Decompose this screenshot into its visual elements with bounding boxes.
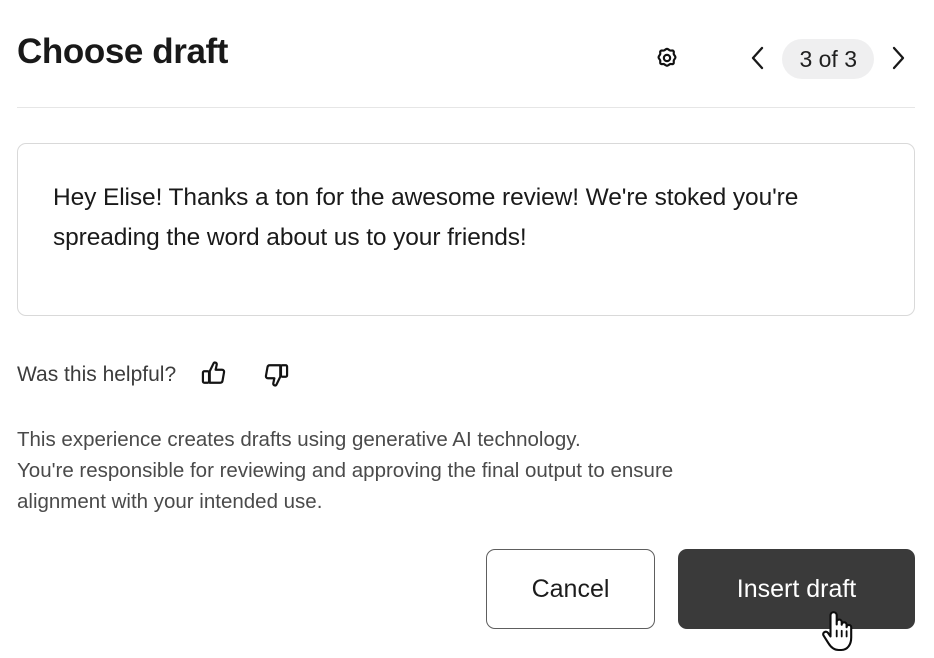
disclaimer-line-3: alignment with your intended use. xyxy=(17,490,323,513)
header-divider xyxy=(17,107,915,108)
thumbs-down-icon xyxy=(261,359,291,392)
disclaimer-line-1: This experience creates drafts using gen… xyxy=(17,428,581,451)
pagination-controls: 3 of 3 xyxy=(741,39,915,79)
header-controls: 3 of 3 xyxy=(645,33,915,85)
previous-draft-button[interactable] xyxy=(741,39,775,79)
thumbs-up-button[interactable] xyxy=(197,358,231,392)
page-indicator[interactable]: 3 of 3 xyxy=(782,39,874,79)
feedback-label: Was this helpful? xyxy=(17,363,177,386)
draft-card[interactable]: Hey Elise! Thanks a ton for the awesome … xyxy=(17,143,915,316)
insert-draft-button[interactable]: Insert draft xyxy=(678,549,915,629)
disclaimer-line-2: You're responsible for reviewing and app… xyxy=(17,459,674,482)
chevron-right-icon xyxy=(886,43,910,76)
dialog-header: Choose draft 3 of 3 xyxy=(0,0,934,108)
chevron-left-icon xyxy=(746,43,770,76)
thumbs-up-icon xyxy=(199,359,229,392)
ai-disclaimer: This experience creates drafts using gen… xyxy=(17,424,887,517)
cancel-button[interactable]: Cancel xyxy=(486,549,655,629)
gear-icon xyxy=(652,43,682,76)
draft-text: Hey Elise! Thanks a ton for the awesome … xyxy=(53,184,799,251)
next-draft-button[interactable] xyxy=(881,39,915,79)
dialog-actions: Cancel Insert draft xyxy=(0,549,934,629)
page-title: Choose draft xyxy=(17,32,229,71)
feedback-row: Was this helpful? xyxy=(17,357,293,393)
thumbs-down-button[interactable] xyxy=(259,358,293,392)
settings-button[interactable] xyxy=(645,37,689,81)
